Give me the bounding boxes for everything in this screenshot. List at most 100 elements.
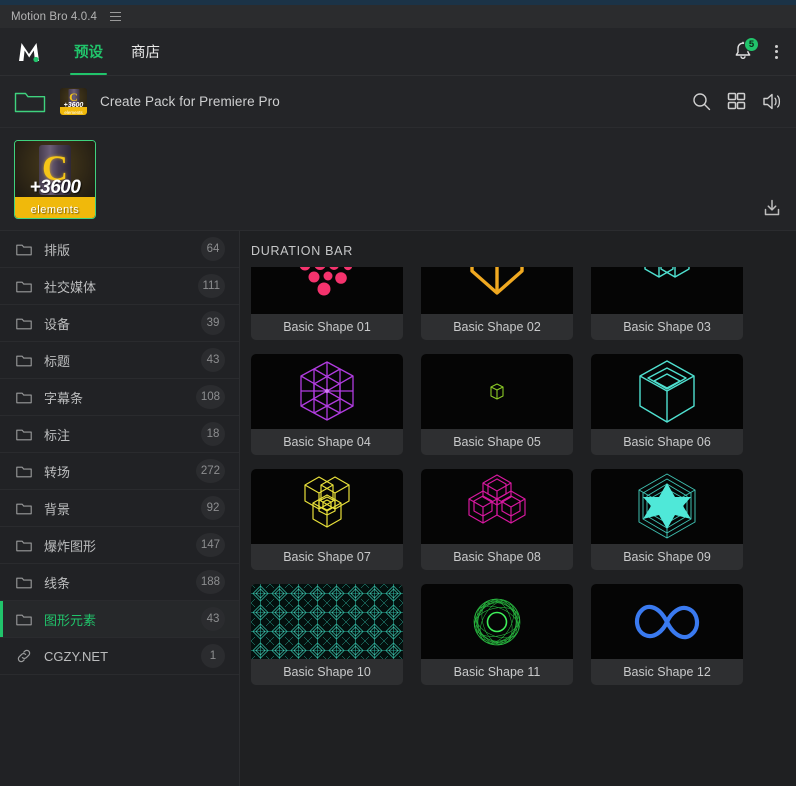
folder-icon [16,502,33,515]
sidebar-item-label: 线条 [44,573,196,592]
preset-card-label: Basic Shape 07 [251,544,403,570]
folder-outline-icon[interactable] [14,90,46,114]
sidebar-item-label: 标注 [44,425,201,444]
preset-card-7[interactable]: Basic Shape 08 [421,469,573,570]
folder-icon [16,317,33,330]
preset-card-label: Basic Shape 06 [591,429,743,455]
sidebar-item-count: 43 [201,607,225,631]
pack-hero: C +3600 elements [0,128,796,231]
preset-card-label: Basic Shape 01 [251,314,403,340]
notifications-button[interactable]: 5 [733,41,753,63]
tab-store-label: 商店 [131,41,160,62]
sidebar-item-3[interactable]: 标题 43 [0,342,239,379]
sidebar-item-2[interactable]: 设备 39 [0,305,239,342]
sidebar-item-6[interactable]: 转场 272 [0,453,239,490]
star-hex-art [612,471,722,543]
sidebar-item-11[interactable]: CGZY.NET 1 [0,638,239,675]
category-sidebar[interactable]: 排版 64 社交媒体 111 设备 39 标题 [0,231,240,786]
sidebar-item-count: 1 [201,644,225,668]
sidebar-item-10[interactable]: 图形元素 43 [0,601,239,638]
preset-grid: Basic Shape 01 Basic Shape 02 [240,267,796,699]
breadcrumb: C +3600 elements Create Pack for Premier… [0,76,796,128]
sidebar-item-label: 字幕条 [44,388,196,407]
motion-bro-logo-icon [17,41,43,63]
sidebar-item-9[interactable]: 线条 188 [0,564,239,601]
sidebar-item-7[interactable]: 背景 92 [0,490,239,527]
nav-bar: 预设 商店 5 [0,28,796,76]
folder-icon [16,280,33,293]
preset-thumbnail [251,267,403,314]
title-bar: Motion Bro 4.0.4 [0,5,796,28]
preset-grid-panel: DURATION BAR [240,231,796,786]
main-tabs: 预设 商店 [60,28,174,75]
sidebar-item-count: 64 [201,237,225,261]
main-body: 排版 64 社交媒体 111 设备 39 标题 [0,231,796,786]
tab-presets[interactable]: 预设 [60,28,117,75]
sidebar-item-count: 147 [196,533,225,557]
sidebar-item-count: 43 [201,348,225,372]
sidebar-item-4[interactable]: 字幕条 108 [0,379,239,416]
lattice-pattern-art [251,584,403,659]
download-icon[interactable] [762,198,782,223]
preset-card-4[interactable]: Basic Shape 05 [421,354,573,455]
preset-card-label: Basic Shape 05 [421,429,573,455]
volume-icon[interactable] [762,92,784,111]
tab-store[interactable]: 商店 [117,28,174,75]
preset-card-0[interactable]: Basic Shape 01 [251,267,403,340]
preset-thumbnail [421,354,573,429]
sidebar-item-5[interactable]: 标注 18 [0,416,239,453]
layered-cube-art [612,356,722,428]
sidebar-item-label: 排版 [44,240,201,259]
breadcrumb-title: Create Pack for Premiere Pro [100,94,280,109]
folder-icon [16,539,33,552]
folder-icon [16,613,33,626]
grid-scroll-area[interactable]: Basic Shape 01 Basic Shape 02 [240,267,796,786]
hamburger-icon[interactable] [109,10,122,24]
double-cube-art [612,267,722,313]
preset-thumbnail [421,469,573,544]
sidebar-item-label: 图形元素 [44,610,201,629]
preset-thumbnail [591,584,743,659]
preset-card-label: Basic Shape 09 [591,544,743,570]
spiro-ring-art [442,586,552,658]
preset-card-label: Basic Shape 11 [421,659,573,685]
sidebar-item-count: 111 [198,274,225,298]
tri-cube-yellow-art [272,471,382,543]
pack-cover-card[interactable]: C +3600 elements [14,140,96,219]
sidebar-item-0[interactable]: 排版 64 [0,231,239,268]
sidebar-item-count: 92 [201,496,225,520]
preset-card-1[interactable]: Basic Shape 02 [421,267,573,340]
preset-card-2[interactable]: Basic Shape 03 [591,267,743,340]
breadcrumb-actions [692,92,784,111]
nav-actions: 5 [733,28,796,75]
sidebar-item-8[interactable]: 爆炸图形 147 [0,527,239,564]
infinity-loop-art [612,586,722,658]
sidebar-item-1[interactable]: 社交媒体 111 [0,268,239,305]
preset-card-3[interactable]: Basic Shape 04 [251,354,403,455]
app-title: Motion Bro 4.0.4 [11,11,97,23]
preset-thumbnail [251,354,403,429]
folder-icon [16,576,33,589]
tri-cube-magenta-art [442,471,552,543]
preset-thumbnail [251,584,403,659]
sidebar-item-label: 标题 [44,351,201,370]
preset-card-8[interactable]: Basic Shape 09 [591,469,743,570]
preset-card-11[interactable]: Basic Shape 12 [591,584,743,685]
sidebar-item-label: CGZY.NET [44,649,201,664]
preset-thumbnail [591,354,743,429]
search-icon[interactable] [692,92,711,111]
preset-card-5[interactable]: Basic Shape 06 [591,354,743,455]
preset-card-6[interactable]: Basic Shape 07 [251,469,403,570]
grid-view-icon[interactable] [727,92,746,111]
preset-card-10[interactable]: Basic Shape 11 [421,584,573,685]
preset-card-label: Basic Shape 12 [591,659,743,685]
chevron-shield-art [442,267,552,313]
sidebar-item-count: 188 [196,570,225,594]
kebab-menu-icon[interactable] [769,43,784,61]
breadcrumb-pack-thumbnail[interactable]: C +3600 elements [60,88,87,115]
hex-grid-art [272,356,382,428]
small-cube-art [442,356,552,428]
motion-bro-window: Motion Bro 4.0.4 预设 商店 [0,0,796,786]
preset-card-9[interactable]: Basic Shape 10 [251,584,403,685]
folder-icon [16,391,33,404]
